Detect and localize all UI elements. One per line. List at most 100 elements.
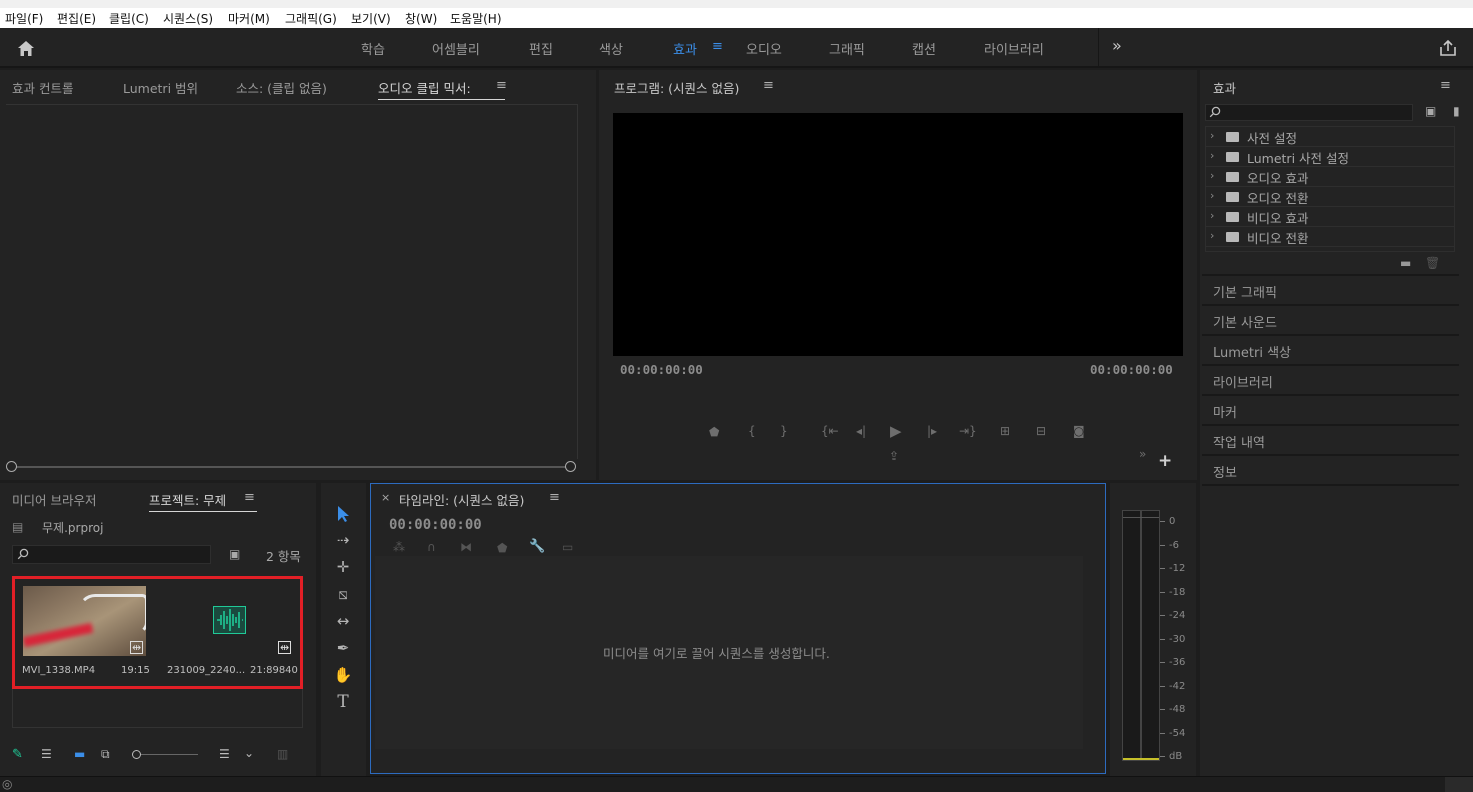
tab-audio-clip-mixer[interactable]: 오디오 클립 믹서: xyxy=(378,78,505,100)
workspace-menu-icon[interactable]: ≡ xyxy=(712,39,723,54)
list-view-icon[interactable]: ☰ xyxy=(41,747,52,761)
go-to-out-icon[interactable]: ⇥} xyxy=(959,424,977,438)
menu-clip[interactable]: 클립(C) xyxy=(109,10,149,27)
tree-row-audio-transitions[interactable]: › 오디오 전환 xyxy=(1206,187,1454,207)
insert-icon[interactable]: ⊞ xyxy=(1000,424,1010,438)
panel-libraries[interactable]: 라이브러리 xyxy=(1202,366,1459,396)
step-forward-icon[interactable]: |▸ xyxy=(927,424,937,438)
export-frame-icon[interactable]: ◙ xyxy=(1073,424,1085,438)
pencil-icon[interactable]: ✎ xyxy=(12,747,23,762)
tab-source[interactable]: 소스: (클립 없음) xyxy=(236,78,327,97)
panel-lumetri-color[interactable]: Lumetri 색상 xyxy=(1202,336,1459,366)
chevron-right-icon[interactable]: › xyxy=(1210,189,1214,202)
freeform-view-icon[interactable]: ⧉ xyxy=(101,747,110,762)
linked-selection-icon[interactable]: ⧓ xyxy=(460,540,472,554)
panel-markers[interactable]: 마커 xyxy=(1202,396,1459,426)
chevron-right-icon[interactable]: › xyxy=(1210,209,1214,222)
icon-view-icon[interactable]: ▬ xyxy=(74,747,85,761)
menu-sequence[interactable]: 시퀀스(S) xyxy=(163,10,213,27)
type-tool-icon[interactable]: T xyxy=(331,691,355,713)
wrench-icon[interactable]: 🔧 xyxy=(529,539,545,554)
zoom-slider[interactable] xyxy=(140,754,198,755)
button-editor-add-icon[interactable]: + xyxy=(1158,451,1172,471)
workspace-captions[interactable]: 캡션 xyxy=(912,39,936,58)
chevron-right-icon[interactable]: › xyxy=(1210,229,1214,242)
panel-info[interactable]: 정보 xyxy=(1202,456,1459,486)
tree-row-presets[interactable]: › 사전 설정 xyxy=(1206,127,1454,147)
slip-tool-icon[interactable]: ↔ xyxy=(331,610,355,632)
captions-icon[interactable]: ▭ xyxy=(562,540,573,554)
share-icon[interactable] xyxy=(1439,39,1457,57)
menu-view[interactable]: 보기(V) xyxy=(351,10,391,27)
pen-tool-icon[interactable]: ✒ xyxy=(331,637,355,659)
workspace-audio[interactable]: 오디오 xyxy=(746,39,782,58)
tab-lumetri-scopes[interactable]: Lumetri 범위 xyxy=(123,78,198,97)
nest-icon[interactable]: ⁂ xyxy=(393,540,405,554)
effects-menu-icon[interactable]: ≡ xyxy=(1440,78,1451,93)
panel-essential-sound[interactable]: 기본 사운드 xyxy=(1202,306,1459,336)
workspace-effects[interactable]: 효과 xyxy=(673,39,697,58)
tree-row-audio-effects[interactable]: › 오디오 효과 xyxy=(1206,167,1454,187)
home-icon[interactable] xyxy=(17,40,35,57)
effects-title[interactable]: 효과 xyxy=(1213,78,1236,97)
workspace-color[interactable]: 색상 xyxy=(599,39,623,58)
chevron-right-icon[interactable]: › xyxy=(1210,149,1214,162)
accelerated-effects-icon[interactable]: ▣ xyxy=(1425,104,1436,118)
razor-tool-icon[interactable]: ⧅ xyxy=(331,583,355,605)
tab-media-browser[interactable]: 미디어 브라우저 xyxy=(12,490,96,509)
menu-help[interactable]: 도움말(H) xyxy=(450,10,502,27)
new-bin-icon[interactable]: ▬ xyxy=(1400,256,1411,270)
program-menu-icon[interactable]: ≡ xyxy=(763,78,774,93)
track-select-tool-icon[interactable]: ⇢ xyxy=(331,529,355,551)
timeline-marker-icon[interactable]: ⬟ xyxy=(497,541,507,555)
mark-out-icon[interactable]: } xyxy=(780,424,788,438)
workspace-editing[interactable]: 편집 xyxy=(529,39,553,58)
effects-search-input[interactable] xyxy=(1205,104,1413,121)
menu-file[interactable]: 파일(F) xyxy=(5,10,43,27)
scrollbar-handle-right[interactable] xyxy=(565,461,576,472)
automate-to-sequence-icon[interactable]: ▥ xyxy=(277,747,288,761)
panel-history[interactable]: 작업 내역 xyxy=(1202,426,1459,456)
chevron-right-icon[interactable]: › xyxy=(1210,129,1214,142)
program-monitor-screen[interactable] xyxy=(613,113,1183,356)
workspace-graphics[interactable]: 그래픽 xyxy=(829,39,865,58)
chevron-right-icon[interactable]: › xyxy=(1210,169,1214,182)
project-search-input[interactable] xyxy=(12,545,211,564)
delete-icon[interactable]: 🗑 xyxy=(1425,256,1440,270)
play-icon[interactable]: ▶ xyxy=(890,422,902,440)
program-title[interactable]: 프로그램: (시퀀스 없음) xyxy=(614,78,739,97)
overwrite-icon[interactable]: ⊟ xyxy=(1036,424,1046,438)
snap-icon[interactable]: ∩ xyxy=(427,540,436,554)
hand-tool-icon[interactable]: ✋ xyxy=(331,664,355,686)
workspace-more-button[interactable]: » xyxy=(1112,36,1122,55)
tree-row-lumetri-presets[interactable]: › Lumetri 사전 설정 xyxy=(1206,147,1454,167)
workspace-learning[interactable]: 학습 xyxy=(361,39,385,58)
menu-marker[interactable]: 마커(M) xyxy=(228,10,270,27)
workspace-assembly[interactable]: 어셈블리 xyxy=(432,39,480,58)
project-menu-icon[interactable]: ≡ xyxy=(244,490,255,505)
timeline-title[interactable]: 타임라인: (시퀀스 없음) xyxy=(399,490,524,509)
selection-tool-icon[interactable] xyxy=(335,505,351,523)
scrollbar-handle-left[interactable] xyxy=(6,461,17,472)
mark-in-icon[interactable]: { xyxy=(748,424,756,438)
timeline-timecode[interactable]: 00:00:00:00 xyxy=(389,517,482,533)
lift-icon[interactable]: ⇪ xyxy=(889,449,899,463)
32bit-effects-icon[interactable]: ▮ xyxy=(1453,104,1460,118)
find-icon[interactable]: ▣ xyxy=(229,547,240,561)
tree-row-video-transitions[interactable]: › 비디오 전환 xyxy=(1206,227,1454,247)
menu-graphics[interactable]: 그래픽(G) xyxy=(285,10,337,27)
sort-icon[interactable]: ☰ xyxy=(219,747,230,761)
program-more-controls-icon[interactable]: » xyxy=(1139,447,1146,461)
program-timecode-current[interactable]: 00:00:00:00 xyxy=(620,362,703,377)
timeline-close-icon[interactable]: × xyxy=(381,491,390,504)
panel-essential-graphics[interactable]: 기본 그래픽 xyxy=(1202,276,1459,306)
menu-window[interactable]: 창(W) xyxy=(405,10,437,27)
step-back-icon[interactable]: ◂| xyxy=(856,424,866,438)
creative-cloud-icon[interactable]: ◎ xyxy=(2,777,12,791)
timeline-menu-icon[interactable]: ≡ xyxy=(549,490,560,505)
tab-project[interactable]: 프로젝트: 무제 xyxy=(149,490,257,512)
tab-effect-controls[interactable]: 효과 컨트롤 xyxy=(12,78,73,97)
go-to-in-icon[interactable]: {⇤ xyxy=(821,424,839,438)
zoom-slider-handle[interactable] xyxy=(132,750,141,759)
add-marker-icon[interactable]: ⬟ xyxy=(709,425,719,439)
